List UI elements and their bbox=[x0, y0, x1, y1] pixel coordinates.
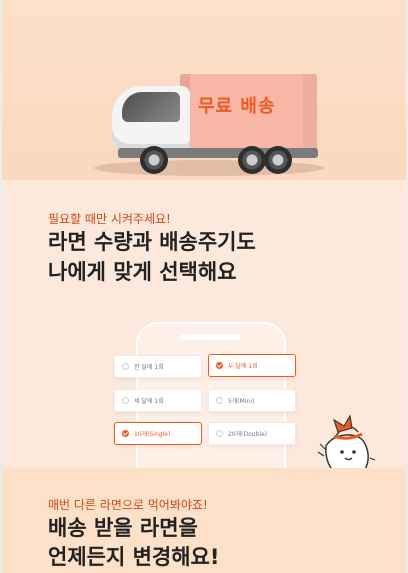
section2-headline-line2: 언제든지 변경해요! bbox=[48, 545, 220, 569]
option-label: 5개(Mini) bbox=[228, 398, 255, 405]
radio-icon bbox=[122, 397, 129, 404]
section2-eyebrow: 매번 다른 라면으로 먹어봐야죠! bbox=[48, 498, 208, 512]
section1-headline-line2: 나에게 맞게 선택해요 bbox=[48, 260, 237, 284]
option-label: 10개(Single) bbox=[134, 431, 171, 438]
truck-wheel-icon bbox=[264, 146, 292, 174]
truck-wheel-icon bbox=[238, 146, 266, 174]
option-label: 한 달에 1회 bbox=[134, 364, 164, 371]
phone-notch bbox=[180, 334, 240, 340]
option-label: 20개(Double) bbox=[228, 431, 268, 438]
hero-section: 무료 배송 bbox=[2, 0, 406, 180]
check-icon bbox=[216, 362, 223, 369]
section1-headline-line1: 라면 수량과 배송주기도 bbox=[48, 230, 256, 254]
option-double[interactable]: 20개(Double) bbox=[208, 422, 296, 445]
check-icon bbox=[122, 430, 129, 437]
truck-wheel-icon bbox=[140, 146, 168, 174]
option-label: 두 달에 1회 bbox=[228, 363, 258, 370]
option-label: 세 달에 1회 bbox=[134, 398, 164, 405]
radio-icon bbox=[216, 397, 223, 404]
option-mini[interactable]: 5개(Mini) bbox=[208, 389, 296, 412]
truck-window bbox=[122, 92, 180, 122]
section1-eyebrow: 필요할 때만 시켜주세요! bbox=[48, 212, 171, 226]
option-monthly[interactable]: 한 달에 1회 bbox=[114, 355, 202, 378]
section2-headline-line1: 배송 받을 라면을 bbox=[48, 516, 198, 540]
option-bimonthly[interactable]: 두 달에 1회 bbox=[208, 354, 296, 377]
option-quarterly[interactable]: 세 달에 1회 bbox=[114, 389, 202, 412]
radio-icon bbox=[216, 430, 223, 437]
option-single[interactable]: 10개(Single) bbox=[114, 422, 202, 445]
page: 무료 배송 필요할 때만 시켜주세요! 라면 수량과 배송주기도 나에게 맞게 … bbox=[0, 0, 408, 573]
free-delivery-label: 무료 배송 bbox=[198, 96, 276, 117]
radio-icon bbox=[122, 363, 129, 370]
